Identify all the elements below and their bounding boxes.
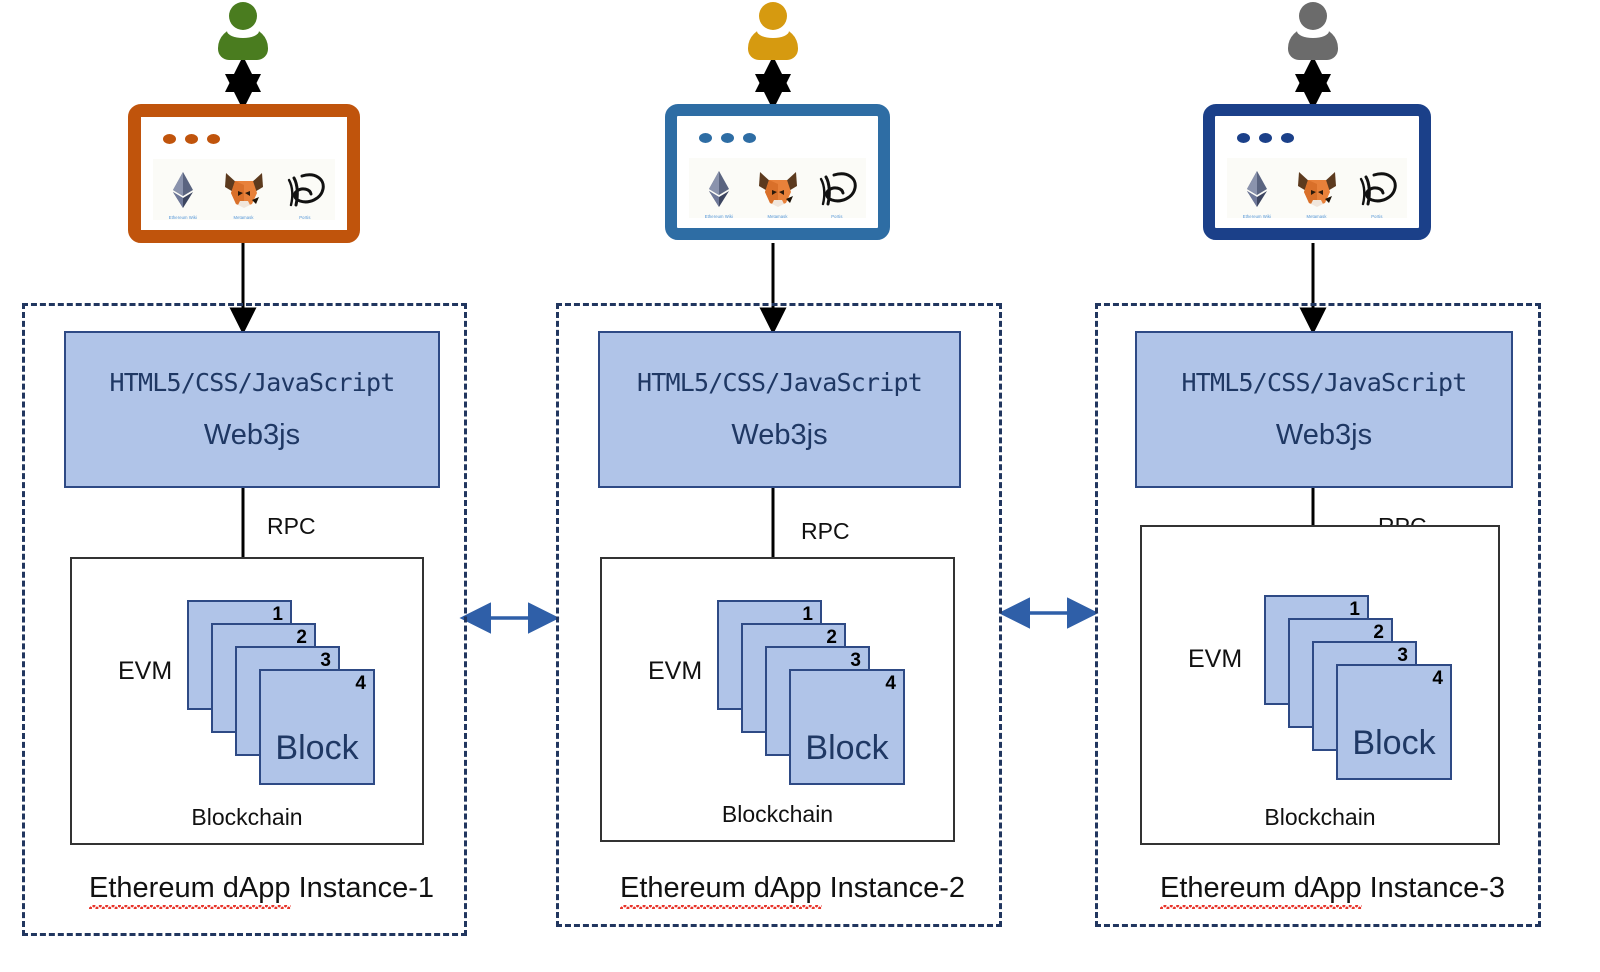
browser-titlebar [689,126,866,150]
browser-titlebar [153,127,335,151]
browser-viewport: Ethereum Wiki Metamask Portis [1227,158,1407,219]
web3-stack-box-1: HTML5/CSS/JavaScript Web3js [64,331,440,488]
user-avatar-1 [215,2,271,60]
dapp-caption: Portis [299,215,311,220]
instance-title-suffix: Instance-2 [821,872,965,904]
ethereum-icon [708,166,730,212]
dapp-caption: Ethereum Wiki [169,215,198,220]
browser-viewport: Ethereum Wiki Metamask Portis [153,159,335,220]
portis-icon [1356,166,1398,212]
blockchain-label-2: Blockchain [721,801,834,827]
dapp-tile-portis[interactable]: Portis [274,167,335,220]
window-dot-icon [1237,133,1250,143]
window-dot-icon [743,133,756,143]
dapp-caption: Ethereum Wiki [1242,214,1272,219]
dapp-caption: Metamask [233,215,255,220]
evm-label-1: EVM [118,657,173,685]
ethereum-icon [172,167,194,213]
stack-line-html: HTML5/CSS/JavaScript [109,367,395,397]
dapp-caption: Portis [1371,214,1383,219]
block-word: Block [805,729,889,768]
block-card-4: 4 Block [259,669,375,785]
window-dot-icon [163,134,176,144]
dapp-tile-ethereum[interactable]: Ethereum Wiki [689,166,748,219]
portis-icon [816,166,858,212]
web3-stack-box-2: HTML5/CSS/JavaScript Web3js [598,331,961,488]
dapp-tile-metamask[interactable]: Metamask [1287,166,1347,219]
metamask-fox-icon [222,167,266,213]
dapp-tile-metamask[interactable]: Metamask [748,166,807,219]
avatar-head [1299,2,1327,30]
browser-window-1[interactable]: Ethereum Wiki Metamask Portis [128,104,360,243]
dapp-tile-metamask[interactable]: Metamask [214,167,275,220]
instance-title-prefix: Ethereum dApp [1160,872,1362,909]
evm-label-3: EVM [1188,645,1243,673]
user-avatar-3 [1285,2,1341,60]
block-number: 4 [355,673,366,694]
stack-line-html: HTML5/CSS/JavaScript [1181,367,1467,397]
stack-line-html: HTML5/CSS/JavaScript [636,367,923,397]
dapp-tile-ethereum[interactable]: Ethereum Wiki [1227,166,1287,219]
blockchain-label-1: Blockchain [191,804,303,830]
instance-title-prefix: Ethereum dApp [620,872,822,909]
dapp-tile-portis[interactable]: Portis [1347,166,1407,219]
window-dot-icon [207,134,220,144]
dapp-caption: Ethereum Wiki [704,214,733,219]
blockchain-label-3: Blockchain [1264,804,1376,830]
blockchain-box-1: EVM 1 2 3 4 Block Blockchain [70,557,424,845]
block-number: 4 [885,673,896,694]
window-dot-icon [185,134,198,144]
block-number: 4 [1432,668,1443,689]
stack-line-web3js: Web3js [1275,418,1373,451]
portis-icon [284,167,326,213]
browser-titlebar [1227,126,1407,150]
avatar-head [229,2,257,30]
block-word: Block [275,729,359,768]
dapp-caption: Metamask [1306,214,1328,219]
diagram-canvas: Ethereum Wiki Metamask Portis HTML5/CSS/… [0,0,1600,972]
stack-line-web3js: Web3js [731,418,828,451]
block-card-4: 4 Block [1336,664,1452,780]
browser-window-2[interactable]: Ethereum Wiki Metamask Portis [665,104,890,240]
dapp-tile-ethereum[interactable]: Ethereum Wiki [153,167,214,220]
avatar-head [759,2,787,30]
instance-title-suffix: Instance-3 [1361,872,1505,904]
block-word: Block [1352,724,1436,763]
rpc-label-1: RPC [267,513,316,539]
browser-viewport: Ethereum Wiki Metamask Portis [689,158,866,219]
blockchain-box-3: EVM 1 2 3 4 Block Blockchain [1140,525,1500,845]
web3-stack-box-3: HTML5/CSS/JavaScript Web3js [1135,331,1513,488]
instance-title-suffix: Instance-1 [290,872,434,904]
block-card-4: 4 Block [789,669,905,785]
user-avatar-2 [745,2,801,60]
evm-label-2: EVM [648,657,703,685]
metamask-fox-icon [1295,166,1339,212]
window-dot-icon [721,133,734,143]
dapp-caption: Portis [830,214,843,219]
window-dot-icon [699,133,712,143]
stack-line-web3js: Web3js [203,418,301,451]
dapp-tile-portis[interactable]: Portis [807,166,866,219]
instance-title-2: Ethereum dApp Instance-2 [620,872,965,909]
instance-title-3: Ethereum dApp Instance-3 [1160,872,1505,909]
instance-title-1: Ethereum dApp Instance-1 [89,872,434,909]
dapp-caption: Metamask [767,214,788,219]
ethereum-icon [1246,166,1268,212]
window-dot-icon [1281,133,1294,143]
rpc-label-2: RPC [801,518,850,544]
instance-title-prefix: Ethereum dApp [89,872,291,909]
metamask-fox-icon [756,166,800,212]
blockchain-box-2: EVM 1 2 3 4 Block Blockchain [600,557,955,842]
browser-window-3[interactable]: Ethereum Wiki Metamask Portis [1203,104,1431,240]
window-dot-icon [1259,133,1272,143]
